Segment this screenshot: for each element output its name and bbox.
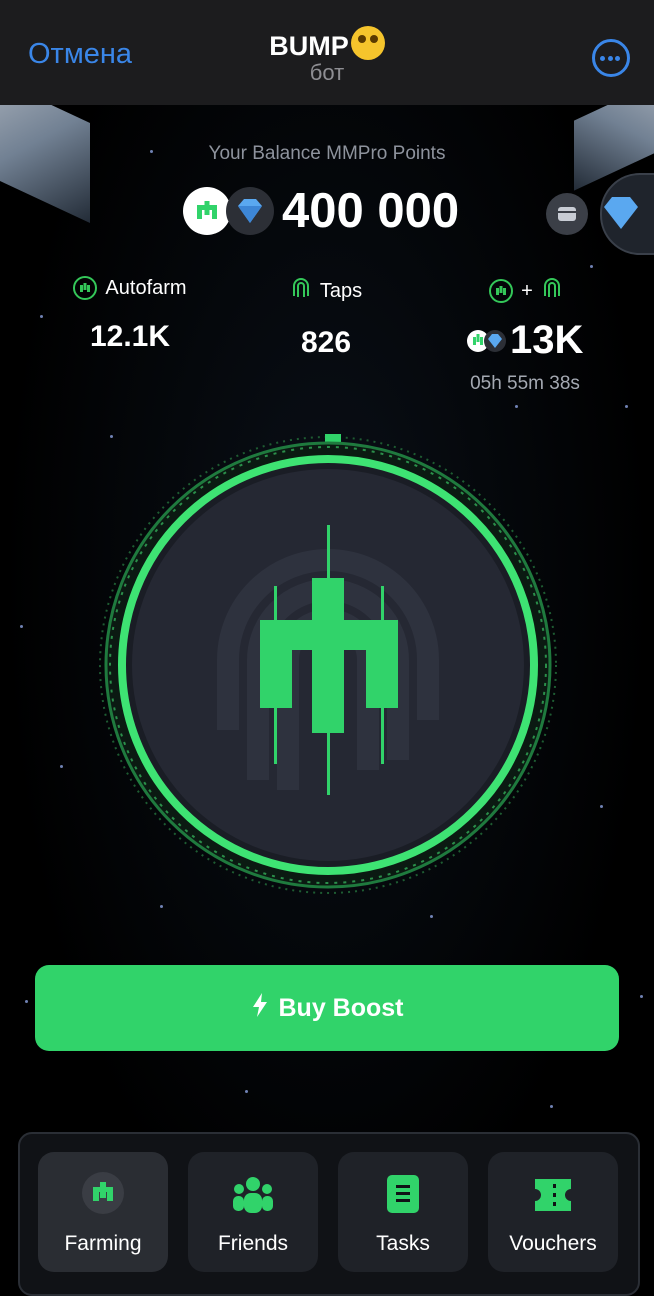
tab-friends[interactable]: Friends xyxy=(188,1152,318,1272)
tab-vouchers-label: Vouchers xyxy=(509,1232,597,1255)
tab-farming[interactable]: Farming xyxy=(38,1152,168,1272)
mm-mini-icon xyxy=(489,279,514,303)
taps-label: Taps xyxy=(319,279,363,302)
bottom-tab-bar: Farming Friends Tasks Vouchers xyxy=(18,1132,640,1296)
tab-vouchers[interactable]: Vouchers xyxy=(488,1152,618,1272)
mm-coin-icon xyxy=(183,187,231,235)
tab-tasks-label: Tasks xyxy=(376,1232,430,1255)
bot-title-text: BUMP xyxy=(269,31,349,61)
buy-boost-label: Buy Boost xyxy=(278,993,404,1022)
taps-value: 826 xyxy=(300,326,352,359)
telegram-header: Отмена BUMP бот xyxy=(0,0,654,105)
fingerprint-icon xyxy=(541,276,563,306)
reward-timer: 05h 55m 38s xyxy=(470,373,580,394)
diamond-coin-icon xyxy=(226,187,274,235)
voucher-icon xyxy=(533,1175,573,1220)
plus-sign: + xyxy=(521,279,533,302)
wallet-icon[interactable] xyxy=(546,193,588,235)
more-menu-icon[interactable] xyxy=(592,39,630,77)
autofarm-value: 12.1K xyxy=(89,320,171,353)
taps-stat: Taps 826 xyxy=(246,276,406,360)
friends-icon xyxy=(231,1175,275,1220)
bot-title: BUMP xyxy=(0,26,654,62)
fingerprint-icon xyxy=(290,276,312,306)
tab-farming-label: Farming xyxy=(64,1232,142,1255)
buy-boost-button[interactable]: Buy Boost xyxy=(35,965,619,1051)
reward-value: 13K xyxy=(510,318,584,362)
reward-coins-icon xyxy=(465,328,509,359)
autofarm-stat: Autofarm 12.1K xyxy=(50,276,210,354)
autofarm-label: Autofarm xyxy=(105,276,187,299)
bot-subtitle: бот xyxy=(309,60,345,85)
tab-friends-label: Friends xyxy=(217,1232,289,1255)
tasks-icon xyxy=(385,1173,421,1220)
balance-label: Your Balance MMPro Points xyxy=(208,143,446,164)
money-face-emoji-icon xyxy=(350,26,385,60)
balance-value: 400 000 xyxy=(282,184,460,238)
tap-coin[interactable] xyxy=(98,430,558,900)
mm-logo-icon xyxy=(81,1171,125,1220)
combined-stat-header: + xyxy=(446,276,606,306)
lightning-icon xyxy=(251,992,269,1025)
tab-tasks[interactable]: Tasks xyxy=(338,1152,468,1272)
mm-mini-icon xyxy=(73,276,98,300)
